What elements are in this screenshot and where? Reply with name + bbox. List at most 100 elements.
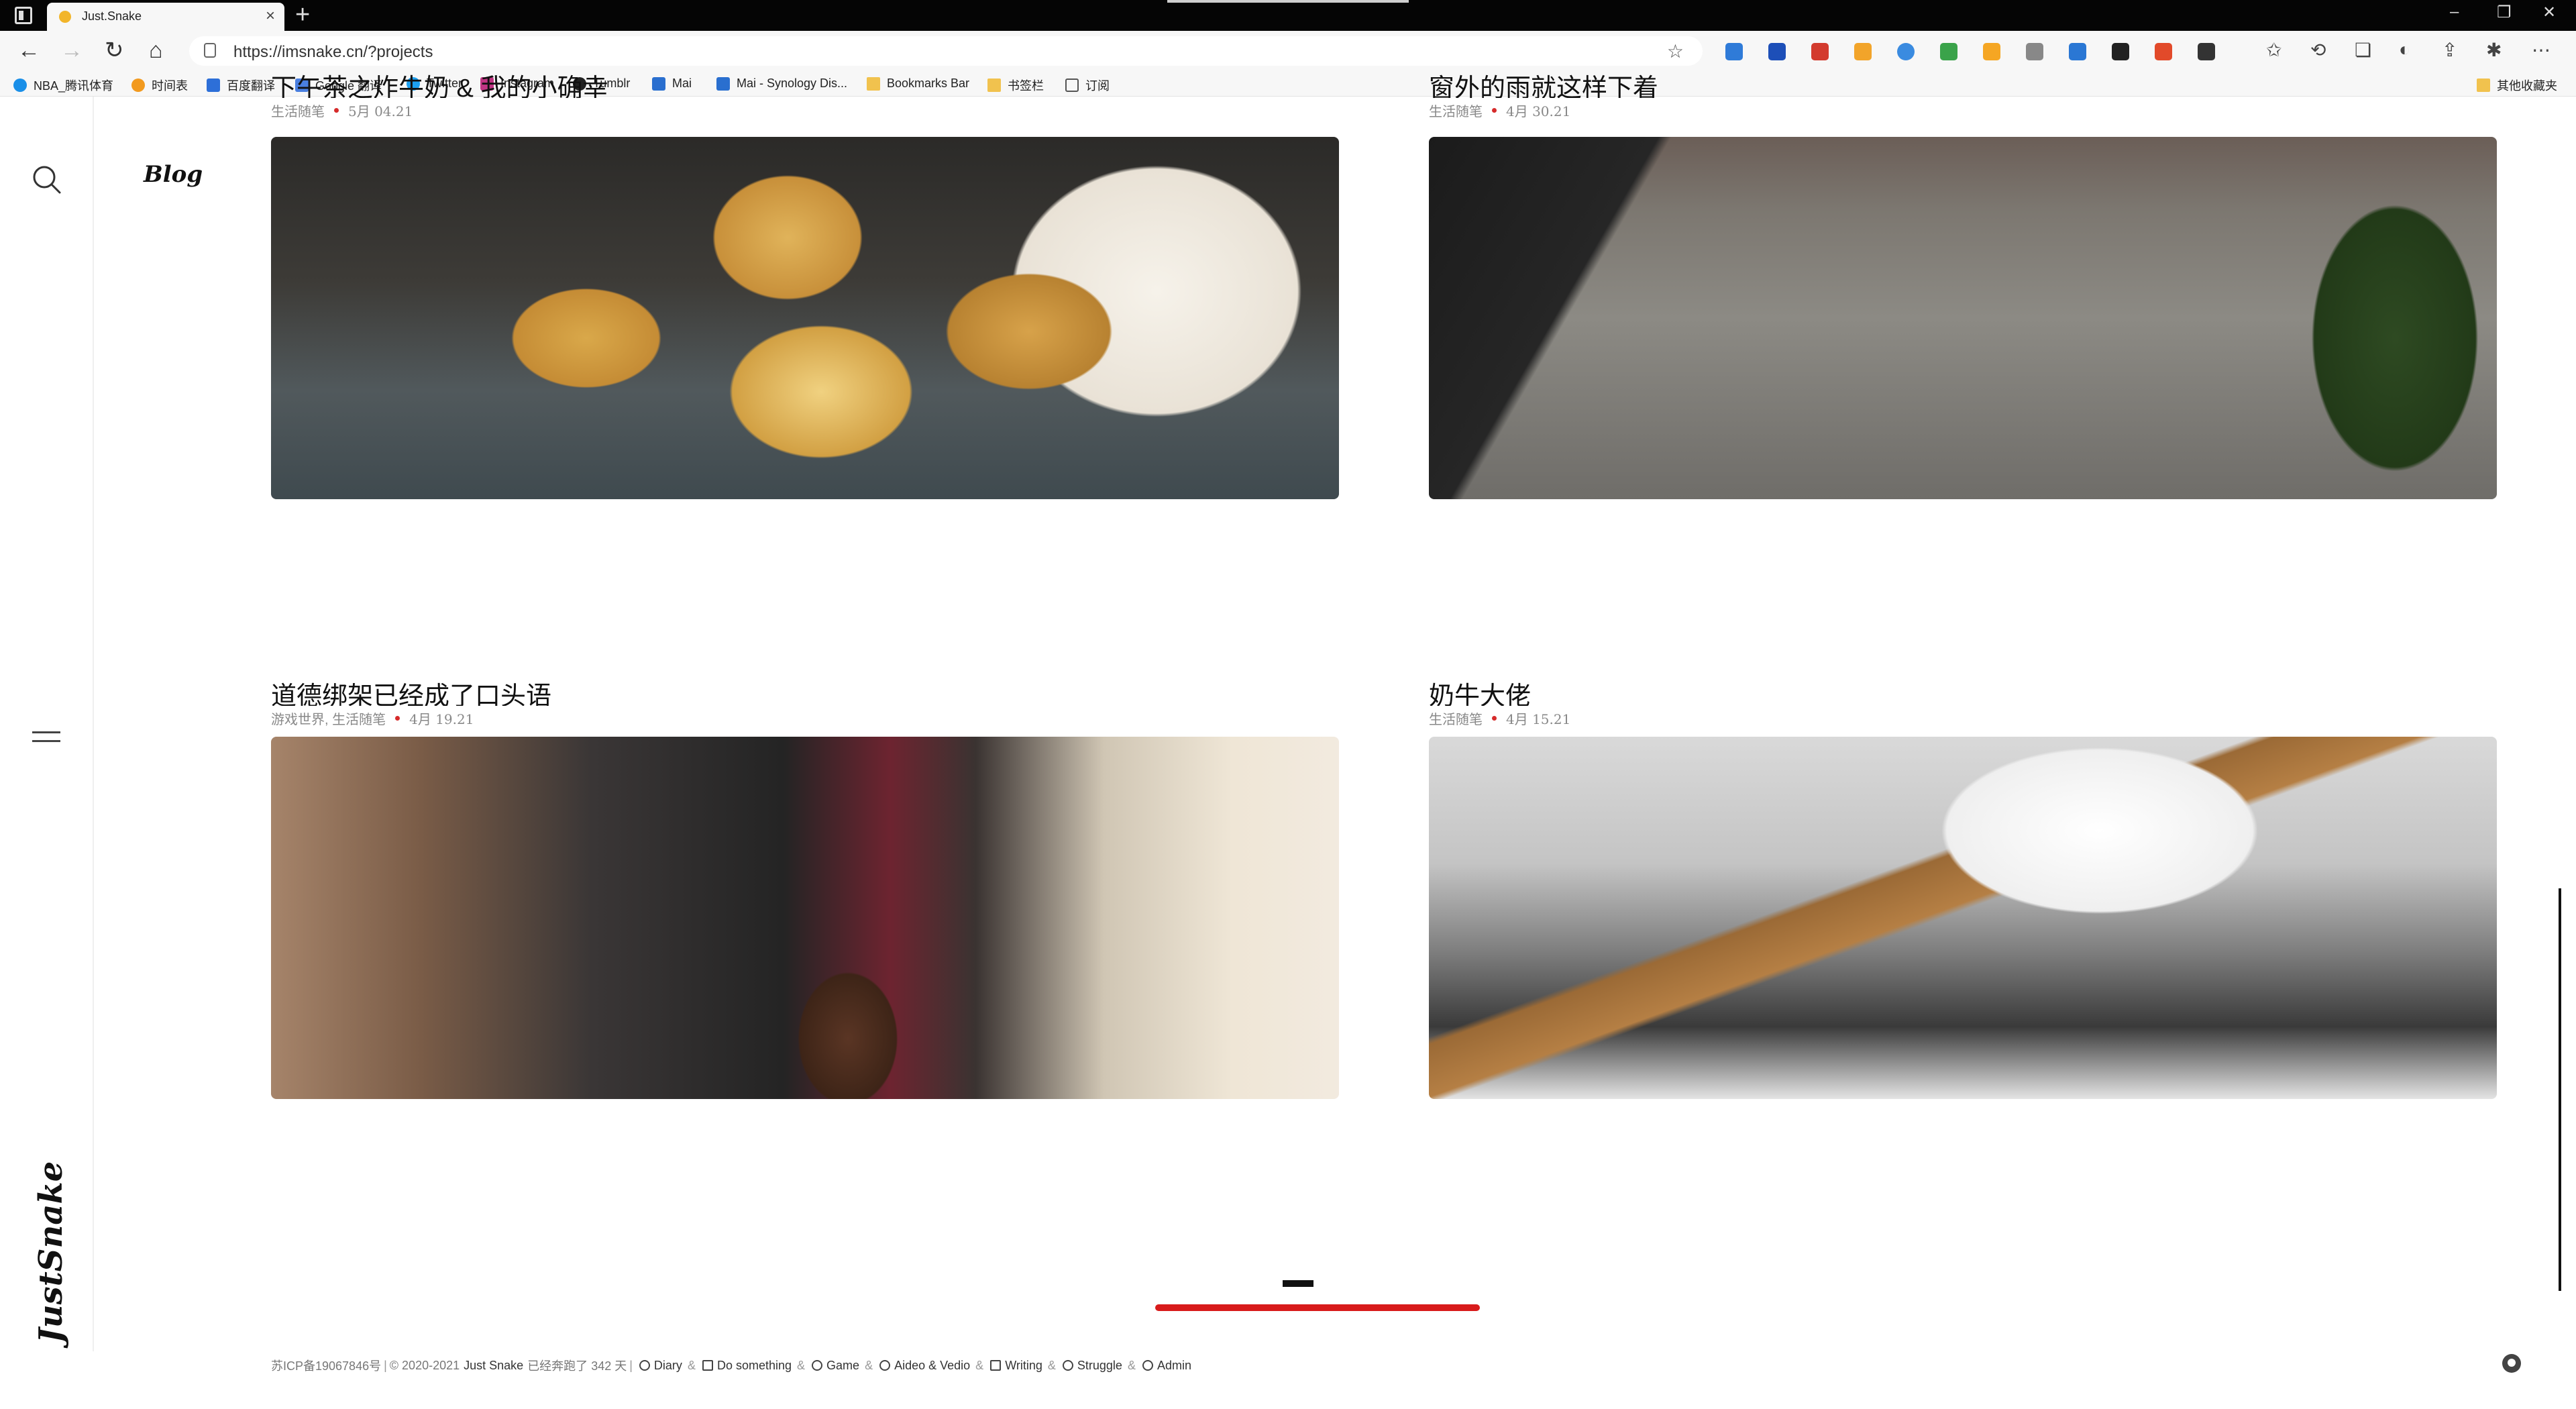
tab-title: Just.Snake xyxy=(82,9,142,23)
pagination-progress xyxy=(1155,1304,1480,1311)
post-card[interactable]: 窗外的雨就这样下着 生活随笔 4月 30.21 xyxy=(1429,67,2497,499)
post-title[interactable]: 下午茶之炸牛奶 & 我的小确幸 xyxy=(271,67,1339,98)
meta-dot xyxy=(1492,107,1497,113)
copyright: © 2020-2021 xyxy=(389,1358,460,1372)
post-date: 4月 15.21 xyxy=(1506,711,1571,727)
github-icon[interactable] xyxy=(2502,1354,2521,1373)
extension-icon[interactable] xyxy=(1725,43,1743,60)
footer-link-struggle[interactable]: Struggle xyxy=(1062,1359,1122,1373)
extension-icon[interactable] xyxy=(2069,43,2086,60)
post-categories[interactable]: 游戏世界, 生活随笔 xyxy=(271,709,386,728)
extension-icon[interactable] xyxy=(1983,43,2000,60)
post-cover-image[interactable] xyxy=(1429,137,2497,499)
post-title[interactable]: 奶牛大佬 xyxy=(1429,675,2497,706)
post-cover-image[interactable] xyxy=(271,737,1339,1099)
extension-icon[interactable] xyxy=(2198,43,2215,60)
comment-icon xyxy=(1062,1360,1073,1371)
footer-link-aideo-vedio[interactable]: Aideo & Vedio xyxy=(879,1359,970,1373)
post-cover-image[interactable] xyxy=(271,137,1339,499)
new-tab-button[interactable]: + xyxy=(295,1,310,28)
football-icon xyxy=(812,1360,823,1371)
gmail-icon[interactable] xyxy=(1811,43,1829,60)
gear-icon xyxy=(1142,1360,1153,1371)
sidebar-divider xyxy=(93,97,94,1351)
footer-link-do-something[interactable]: Do something xyxy=(702,1359,792,1373)
hamburger-menu-icon[interactable] xyxy=(32,731,60,745)
collections-icon[interactable]: ❏ xyxy=(2355,39,2371,61)
clock-icon xyxy=(131,79,145,92)
extension-icon[interactable] xyxy=(2112,43,2129,60)
extension-icon[interactable] xyxy=(2155,43,2172,60)
owner-name: Just Snake xyxy=(464,1358,524,1372)
edit-icon xyxy=(990,1360,1002,1371)
title-drag-region xyxy=(1167,0,1409,3)
uptime: 已经奔跑了 342 天 xyxy=(527,1359,627,1373)
search-icon[interactable] xyxy=(31,164,62,195)
restore-button[interactable]: ❐ xyxy=(2497,3,2512,22)
window-menu-icon[interactable] xyxy=(15,7,32,24)
refresh-icon[interactable]: ↻ xyxy=(105,39,124,62)
more-menu-icon[interactable]: ⋯ xyxy=(2532,39,2551,61)
close-window-button[interactable]: ✕ xyxy=(2542,3,2556,22)
post-categories[interactable]: 生活随笔 xyxy=(271,101,325,120)
post-title[interactable]: 窗外的雨就这样下着 xyxy=(1429,67,2497,98)
post-cover-image[interactable] xyxy=(1429,737,2497,1099)
profile-icon[interactable]: ✱ xyxy=(2486,39,2502,61)
post-meta: 游戏世界, 生活随笔 4月 19.21 xyxy=(271,709,1339,727)
meta-dot xyxy=(395,715,400,721)
bookmark-item[interactable]: NBA_腾讯体育 xyxy=(13,76,113,94)
post-title[interactable]: 道德绑架已经成了口头语 xyxy=(271,675,1339,706)
scrollbar[interactable] xyxy=(2559,888,2561,1291)
performance-icon[interactable]: ◐ xyxy=(2399,39,2410,60)
minimize-button[interactable]: – xyxy=(2450,3,2459,21)
site-footer: 苏ICP备19067846号 | © 2020-2021 Just Snake … xyxy=(271,1357,1194,1374)
extension-icon[interactable] xyxy=(1940,43,1957,60)
pagination-bar[interactable] xyxy=(1155,1280,1480,1311)
share-icon[interactable]: ⇪ xyxy=(2442,39,2457,61)
bookmark-item[interactable]: 百度翻译 xyxy=(207,76,275,94)
post-categories[interactable]: 生活随笔 xyxy=(1429,709,1483,728)
sports-icon xyxy=(13,79,27,92)
post-card[interactable]: 奶牛大佬 生活随笔 4月 15.21 xyxy=(1429,675,2497,1099)
retweet-icon xyxy=(702,1360,713,1371)
translate-icon xyxy=(207,79,220,92)
extension-icon[interactable] xyxy=(1768,43,1786,60)
url-text: https://imsnake.cn/?projects xyxy=(233,43,433,61)
meta-dot xyxy=(1492,715,1497,721)
post-meta: 生活随笔 4月 15.21 xyxy=(1429,709,2497,727)
icp-number[interactable]: 苏ICP备19067846号 xyxy=(271,1357,381,1374)
favorites-icon[interactable]: ✩ xyxy=(2266,39,2282,61)
site-logo[interactable]: JustSnake xyxy=(32,1161,70,1343)
back-icon[interactable]: ← xyxy=(17,39,40,62)
post-date: 4月 19.21 xyxy=(409,711,474,727)
post-date: 4月 30.21 xyxy=(1506,103,1571,119)
extension-icon[interactable] xyxy=(2026,43,2043,60)
address-toolbar: ← → ↻ ⌂ https://imsnake.cn/?projects ☆ ✩… xyxy=(0,31,2576,71)
address-field[interactable]: https://imsnake.cn/?projects ☆ xyxy=(189,36,1703,66)
post-meta: 生活随笔 4月 30.21 xyxy=(1429,101,2497,119)
tab-close-icon[interactable]: × xyxy=(266,7,275,25)
footer-link-game[interactable]: Game xyxy=(812,1359,859,1373)
browser-tab-bar: Just.Snake × + – ❐ ✕ xyxy=(0,0,2576,31)
post-categories[interactable]: 生活随笔 xyxy=(1429,101,1483,120)
bookmark-item[interactable]: 时间表 xyxy=(131,76,188,94)
site-favicon-icon xyxy=(59,11,71,23)
footer-link-writing[interactable]: Writing xyxy=(990,1359,1042,1373)
add-favorite-icon[interactable]: ☆ xyxy=(1667,40,1684,62)
history-icon[interactable]: ⟲ xyxy=(2310,39,2326,61)
tab-just-snake[interactable]: Just.Snake × xyxy=(47,3,284,31)
footer-link-admin[interactable]: Admin xyxy=(1142,1359,1191,1373)
home-icon[interactable]: ⌂ xyxy=(149,39,163,62)
section-label: Blog xyxy=(144,161,203,188)
meta-dot xyxy=(334,107,339,113)
post-card[interactable]: 道德绑架已经成了口头语 游戏世界, 生活随笔 4月 19.21 xyxy=(271,675,1339,1099)
cloud-icon[interactable] xyxy=(1897,43,1915,60)
extension-icon[interactable] xyxy=(1854,43,1872,60)
post-card[interactable]: 下午茶之炸牛奶 & 我的小确幸 生活随笔 5月 04.21 xyxy=(271,67,1339,499)
pagination-current[interactable] xyxy=(1283,1280,1313,1287)
wordpress-icon xyxy=(639,1360,650,1371)
forward-icon[interactable]: → xyxy=(60,39,83,62)
page-content: Blog JustSnake 下午茶之炸牛奶 & 我的小确幸 生活随笔 5月 0… xyxy=(0,74,2576,1409)
post-date: 5月 04.21 xyxy=(348,103,413,119)
footer-link-diary[interactable]: Diary xyxy=(639,1359,682,1373)
